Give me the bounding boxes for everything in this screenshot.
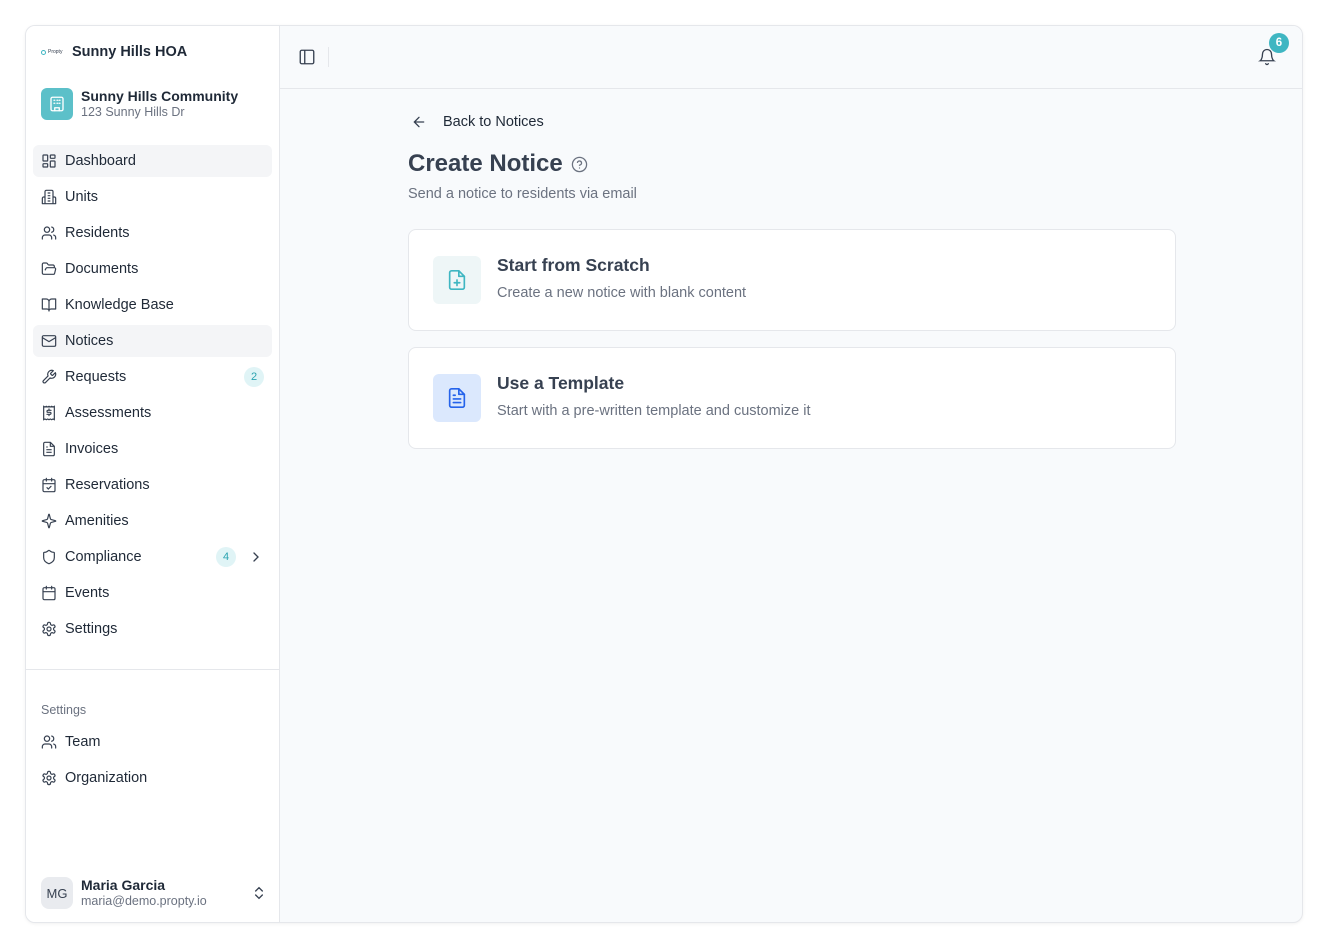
back-label: Back to Notices [443,114,544,130]
sidebar-item-label: Events [65,585,110,601]
brand[interactable]: Propty Sunny Hills HOA [41,44,187,60]
shield-icon [41,549,57,565]
topbar: 6 [280,26,1302,89]
user-menu[interactable]: MG Maria Garcia maria@demo.propty.io [41,877,267,909]
sidebar-item-label: Compliance [65,549,142,565]
sidebar-item-events[interactable]: Events [33,577,272,609]
sidebar-item-label: Notices [65,333,114,349]
sidebar-item-requests[interactable]: Requests 2 [33,361,272,393]
sidebar-divider [26,669,280,670]
brand-title: Sunny Hills HOA [72,44,188,60]
community-switcher[interactable]: Sunny Hills Community 123 Sunny Hills Dr [41,88,238,120]
gear-icon [41,621,57,637]
file-text-icon [433,374,481,422]
sidebar-item-invoices[interactable]: Invoices [33,433,272,465]
app-window: Propty Sunny Hills HOA Sunny Hills Commu… [25,25,1303,923]
compliance-count-badge: 4 [216,547,236,567]
main-nav: Dashboard Units Residents Documents Know… [33,145,272,649]
card-description: Create a new notice with blank content [497,284,747,301]
sidebar-item-organization[interactable]: Organization [33,762,272,794]
requests-count-badge: 2 [244,367,264,387]
sidebar-item-team[interactable]: Team [33,726,272,758]
sidebar-item-label: Assessments [65,405,152,421]
start-from-scratch-card[interactable]: Start from Scratch Create a new notice w… [408,229,1176,331]
file-plus-icon [433,256,481,304]
sidebar-item-amenities[interactable]: Amenities [33,505,272,537]
sidebar-item-knowledge-base[interactable]: Knowledge Base [33,289,272,321]
community-name: Sunny Hills Community [81,88,239,104]
book-icon [41,297,57,313]
sidebar-item-dashboard[interactable]: Dashboard [33,145,272,177]
user-email: maria@demo.propty.io [81,894,207,908]
mail-icon [41,333,57,349]
building-icon [41,88,73,120]
arrow-left-icon [413,116,425,128]
folder-icon [41,261,57,277]
sidebar-item-documents[interactable]: Documents [33,253,272,285]
building-icon [41,189,57,205]
user-name: Maria Garcia [81,877,166,893]
sidebar-item-notices[interactable]: Notices [33,325,272,357]
help-circle-icon[interactable] [571,156,588,173]
chevrons-up-down-icon[interactable] [251,885,267,901]
wrench-icon [41,369,57,385]
sidebar: Propty Sunny Hills HOA Sunny Hills Commu… [26,26,280,922]
main-content: 6 Back to Notices Create Notice Send a n… [280,26,1302,922]
sidebar-item-label: Dashboard [65,153,136,169]
dashboard-icon [41,153,57,169]
sidebar-item-residents[interactable]: Residents [33,217,272,249]
use-a-template-card[interactable]: Use a Template Start with a pre-written … [408,347,1176,449]
notification-count-badge: 6 [1269,33,1289,53]
sidebar-toggle-icon[interactable] [298,48,316,66]
receipt-dollar-icon [41,405,57,421]
sidebar-item-settings[interactable]: Settings [33,613,272,645]
users-icon [41,225,57,241]
sidebar-item-label: Reservations [65,477,150,493]
sidebar-item-label: Requests [65,369,127,385]
sidebar-item-reservations[interactable]: Reservations [33,469,272,501]
sidebar-item-label: Residents [65,225,130,241]
sidebar-item-assessments[interactable]: Assessments [33,397,272,429]
page-title: Create Notice [408,150,563,177]
avatar: MG [41,877,73,909]
page-title-row: Create Notice [408,150,588,178]
sidebar-item-label: Units [65,189,99,205]
card-title: Start from Scratch [497,254,650,275]
users-icon [41,734,57,750]
chevron-right-icon[interactable] [248,549,264,565]
sidebar-item-compliance[interactable]: Compliance 4 [33,541,272,573]
sidebar-item-label: Documents [65,261,139,277]
card-description: Start with a pre-written template and cu… [497,402,811,419]
sidebar-item-label: Settings [65,621,118,637]
sidebar-item-label: Amenities [65,513,129,529]
back-to-notices-link[interactable]: Back to Notices [411,114,544,130]
file-text-icon [41,441,57,457]
settings-nav: Team Organization [33,726,272,798]
page-subtitle: Send a notice to residents via email [408,186,637,202]
propty-logo: Propty [41,49,65,55]
sidebar-item-label: Organization [65,770,148,786]
sidebar-item-label: Invoices [65,441,119,457]
settings-section-label: Settings [41,703,87,717]
card-title: Use a Template [497,372,625,393]
sidebar-item-label: Team [65,734,101,750]
community-address: 123 Sunny Hills Dr [81,105,185,119]
sidebar-item-label: Knowledge Base [65,297,174,313]
sparkles-icon [41,513,57,529]
calendar-check-icon [41,477,57,493]
topbar-separator [328,47,329,67]
gear-icon [41,770,57,786]
calendar-icon [41,585,57,601]
sidebar-item-units[interactable]: Units [33,181,272,213]
